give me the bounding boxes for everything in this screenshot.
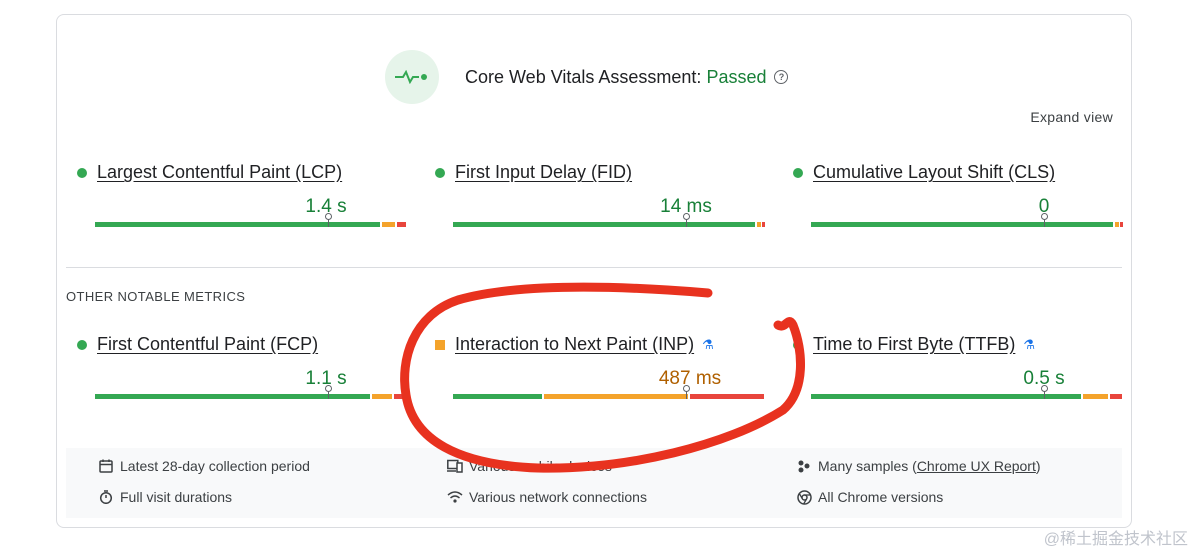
distribution-bar <box>95 385 408 399</box>
status-dot-icon <box>77 167 87 178</box>
distribution-bar <box>453 385 766 399</box>
samples-suffix: ) <box>1035 458 1041 474</box>
devices-info: Various mobile devices <box>447 458 612 474</box>
chrome-icon <box>796 489 812 505</box>
collection-period-text: Latest 28-day collection period <box>120 458 310 474</box>
status-dot-icon <box>77 339 87 350</box>
network-info: Various network connections <box>447 489 647 505</box>
metric-lcp: Largest Contentful Paint (LCP) 1.4 s <box>77 162 406 227</box>
percentile-marker <box>325 213 332 227</box>
devices-icon <box>447 458 463 474</box>
samples-info: Many samples (Chrome UX Report) <box>796 458 1041 474</box>
percentile-marker <box>1041 213 1048 227</box>
distribution-bar <box>811 213 1124 227</box>
metric-fcp: First Contentful Paint (FCP) 1.1 s <box>77 334 406 399</box>
assessment-status: Passed <box>706 66 767 87</box>
assessment-label: Core Web Vitals Assessment: <box>465 66 707 87</box>
watermark: @稀土掘金技术社区 <box>1043 531 1188 548</box>
metric-ttfb: Time to First Byte (TTFB) ⚗ 0.5 s <box>793 334 1122 399</box>
status-dot-icon <box>793 339 803 350</box>
metric-fid: First Input Delay (FID) 14 ms <box>435 162 765 227</box>
stopwatch-icon <box>98 489 114 505</box>
distribution-bar <box>811 385 1124 399</box>
pulse-icon <box>385 50 439 104</box>
percentile-marker <box>1041 385 1048 399</box>
samples-text: Many samples ( <box>818 458 917 474</box>
experimental-flask-icon: ⚗ <box>702 336 714 352</box>
percentile-marker <box>683 213 690 227</box>
status-dot-icon <box>435 167 445 178</box>
assessment-header: Core Web Vitals Assessment: Passed ? <box>385 50 789 104</box>
percentile-marker <box>683 385 690 399</box>
metric-value: 487 ms <box>658 368 722 389</box>
visit-durations-text: Full visit durations <box>120 489 233 505</box>
samples-icon <box>796 458 812 474</box>
network-text: Various network connections <box>469 489 647 505</box>
visit-durations-info: Full visit durations <box>98 489 232 505</box>
percentile-marker <box>325 385 332 399</box>
metric-inp: Interaction to Next Paint (INP) ⚗ 487 ms <box>435 334 764 399</box>
other-metrics-heading: OTHER NOTABLE METRICS <box>66 289 246 304</box>
metric-name-link[interactable]: Interaction to Next Paint (INP) <box>455 334 694 355</box>
distribution-bar <box>453 213 766 227</box>
assessment-title: Core Web Vitals Assessment: Passed <box>465 67 766 88</box>
status-dot-icon <box>793 167 803 178</box>
experimental-flask-icon: ⚗ <box>1023 336 1035 352</box>
calendar-icon <box>98 458 114 474</box>
distribution-bar <box>95 213 408 227</box>
chrome-ux-report-link[interactable]: Chrome UX Report <box>917 458 1036 474</box>
collection-period-info: Latest 28-day collection period <box>98 458 310 474</box>
wifi-icon <box>447 489 463 505</box>
section-divider <box>66 267 1122 268</box>
expand-view-link[interactable]: Expand view <box>1030 109 1113 125</box>
help-icon[interactable]: ? <box>774 70 789 84</box>
metric-name-link[interactable]: Time to First Byte (TTFB) <box>813 334 1015 355</box>
metric-name-link[interactable]: First Input Delay (FID) <box>455 162 632 183</box>
devices-text: Various mobile devices <box>469 458 612 474</box>
metric-name-link[interactable]: First Contentful Paint (FCP) <box>97 334 318 355</box>
metric-name-link[interactable]: Largest Contentful Paint (LCP) <box>97 162 342 183</box>
metric-name-link[interactable]: Cumulative Layout Shift (CLS) <box>813 162 1055 183</box>
chrome-versions-text: All Chrome versions <box>818 489 944 505</box>
chrome-versions-info: All Chrome versions <box>796 489 943 505</box>
status-square-icon <box>435 339 445 350</box>
metric-cls: Cumulative Layout Shift (CLS) 0 <box>793 162 1123 227</box>
